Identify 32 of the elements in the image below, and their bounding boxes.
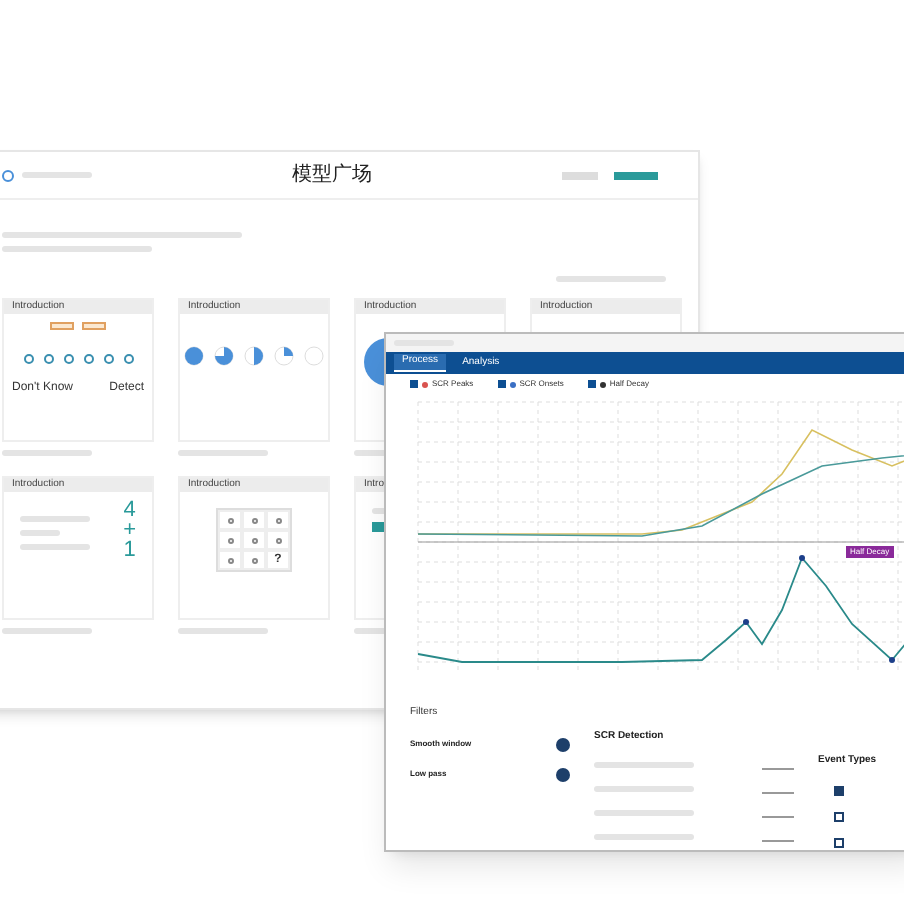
- shape-icon: [251, 557, 257, 563]
- shape-icon: [251, 537, 257, 543]
- toggle-switch[interactable]: [556, 737, 570, 751]
- shape-icon: [251, 517, 257, 523]
- shape-icon: [227, 537, 233, 543]
- window-title: 模型广场: [292, 161, 372, 190]
- shape-icon: [227, 517, 233, 523]
- legend-checkbox[interactable]: [587, 380, 596, 388]
- legend-checkbox[interactable]: [497, 380, 506, 388]
- event-checkbox[interactable]: [834, 837, 844, 847]
- toggle-switch[interactable]: [556, 767, 570, 781]
- pie-icon: [274, 346, 294, 366]
- peak-marker: [799, 555, 805, 561]
- peak-marker: [889, 657, 895, 663]
- shape-icon: [275, 517, 281, 523]
- event-checkbox[interactable]: [834, 785, 844, 795]
- option-tag: [82, 322, 106, 330]
- pie-icon: [214, 346, 234, 366]
- pie-icon: [184, 346, 204, 366]
- logo-icon: [2, 169, 14, 181]
- equation-symbol: 1: [123, 540, 136, 560]
- legend-checkbox[interactable]: [410, 380, 418, 388]
- pie-icon: [304, 346, 324, 366]
- pie-icon: [244, 346, 264, 366]
- equation-symbol: 4: [123, 500, 136, 520]
- header-button[interactable]: [614, 171, 658, 179]
- shape-icon: [275, 537, 281, 543]
- equation-symbol: +: [123, 520, 136, 540]
- peak-marker: [743, 619, 749, 625]
- option-tag: [50, 322, 74, 330]
- event-checkbox[interactable]: [834, 811, 844, 821]
- shape-icon: [227, 557, 233, 563]
